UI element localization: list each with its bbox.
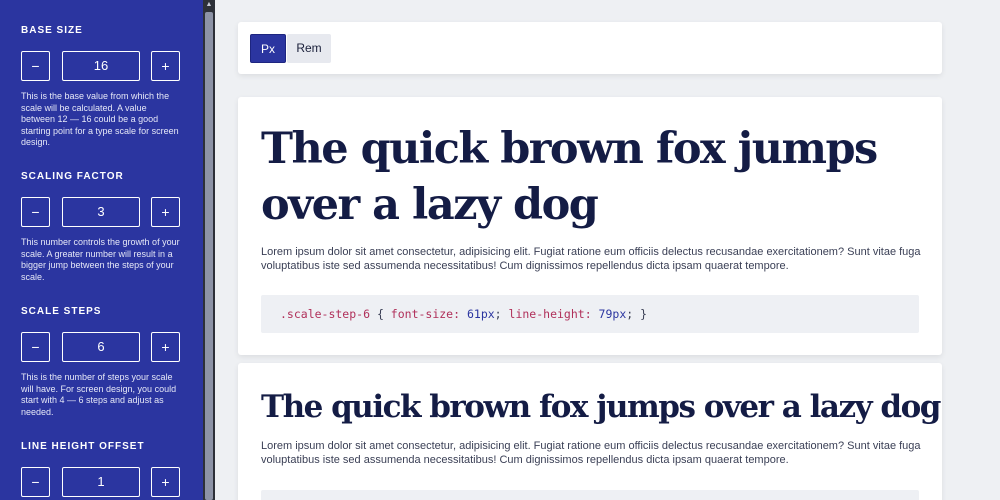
sample-headline: The quick brown fox jumps over a lazy do… bbox=[261, 124, 878, 230]
scaling-factor-input[interactable]: 3 bbox=[62, 197, 140, 227]
base-size-decrement-button[interactable]: − bbox=[21, 51, 50, 81]
scale-steps-section: SCALE STEPS − 6 + This is the number of … bbox=[21, 306, 181, 418]
sample-paragraph: Lorem ipsum dolor sit amet consectetur, … bbox=[261, 246, 921, 272]
settings-sidebar: BASE SIZE − 16 + This is the base value … bbox=[0, 0, 203, 500]
code-value-line-height: 79px bbox=[591, 307, 627, 321]
scale-steps-label: SCALE STEPS bbox=[21, 306, 102, 317]
sample-paragraph: Lorem ipsum dolor sit amet consectetur, … bbox=[261, 440, 921, 466]
code-value-font-size: 61px bbox=[460, 307, 495, 321]
sidebar-scrollbar-thumb[interactable] bbox=[205, 12, 213, 500]
code-property-line-height: line-height: bbox=[508, 307, 592, 321]
base-size-label: BASE SIZE bbox=[21, 25, 83, 36]
scroll-up-arrow-icon[interactable]: ▲ bbox=[205, 1, 213, 9]
line-height-offset-increment-button[interactable]: + bbox=[151, 467, 180, 497]
css-code-snippet[interactable] bbox=[261, 490, 919, 500]
scale-steps-increment-button[interactable]: + bbox=[151, 332, 180, 362]
scale-steps-input[interactable]: 6 bbox=[62, 332, 140, 362]
rem-unit-button[interactable]: Rem bbox=[287, 34, 331, 63]
scaling-factor-label: SCALING FACTOR bbox=[21, 171, 124, 182]
scale-step-card: The quick brown fox jumps over a lazy do… bbox=[238, 97, 942, 355]
code-brace-close: ; } bbox=[626, 307, 648, 321]
scaling-factor-decrement-button[interactable]: − bbox=[21, 197, 50, 227]
line-height-offset-stepper: − 1 + bbox=[21, 467, 181, 497]
scaling-factor-stepper: − 3 + bbox=[21, 197, 181, 227]
base-size-stepper: − 16 + bbox=[21, 51, 181, 81]
line-height-offset-input[interactable]: 1 bbox=[62, 467, 140, 497]
scale-steps-help: This is the number of steps your scale w… bbox=[21, 372, 177, 417]
base-size-help: This is the base value from which the sc… bbox=[21, 91, 179, 147]
code-separator: ; bbox=[494, 307, 509, 321]
scale-steps-stepper: − 6 + bbox=[21, 332, 181, 362]
line-height-offset-decrement-button[interactable]: − bbox=[21, 467, 50, 497]
base-size-section: BASE SIZE − 16 + This is the base value … bbox=[21, 25, 181, 149]
base-size-increment-button[interactable]: + bbox=[151, 51, 180, 81]
code-property-font-size: font-size: bbox=[390, 307, 461, 321]
scale-step-card: The quick brown fox jumps over a lazy do… bbox=[238, 363, 942, 500]
scaling-factor-increment-button[interactable]: + bbox=[151, 197, 180, 227]
sample-headline: The quick brown fox jumps over a lazy do… bbox=[261, 389, 941, 425]
scale-steps-decrement-button[interactable]: − bbox=[21, 332, 50, 362]
unit-toolbar: Px Rem bbox=[238, 22, 942, 74]
css-code-snippet[interactable]: .scale-step-6 { font-size: 61px; line-he… bbox=[261, 295, 919, 333]
px-unit-button[interactable]: Px bbox=[250, 34, 286, 63]
base-size-input[interactable]: 16 bbox=[62, 51, 140, 81]
line-height-offset-section: LINE HEIGHT OFFSET − 1 + bbox=[21, 441, 181, 497]
code-brace-open: { bbox=[370, 307, 391, 321]
line-height-offset-label: LINE HEIGHT OFFSET bbox=[21, 441, 145, 452]
code-selector: .scale-step-6 bbox=[280, 307, 371, 321]
scaling-factor-help: This number controls the growth of your … bbox=[21, 237, 180, 282]
scaling-factor-section: SCALING FACTOR − 3 + This number control… bbox=[21, 171, 181, 283]
